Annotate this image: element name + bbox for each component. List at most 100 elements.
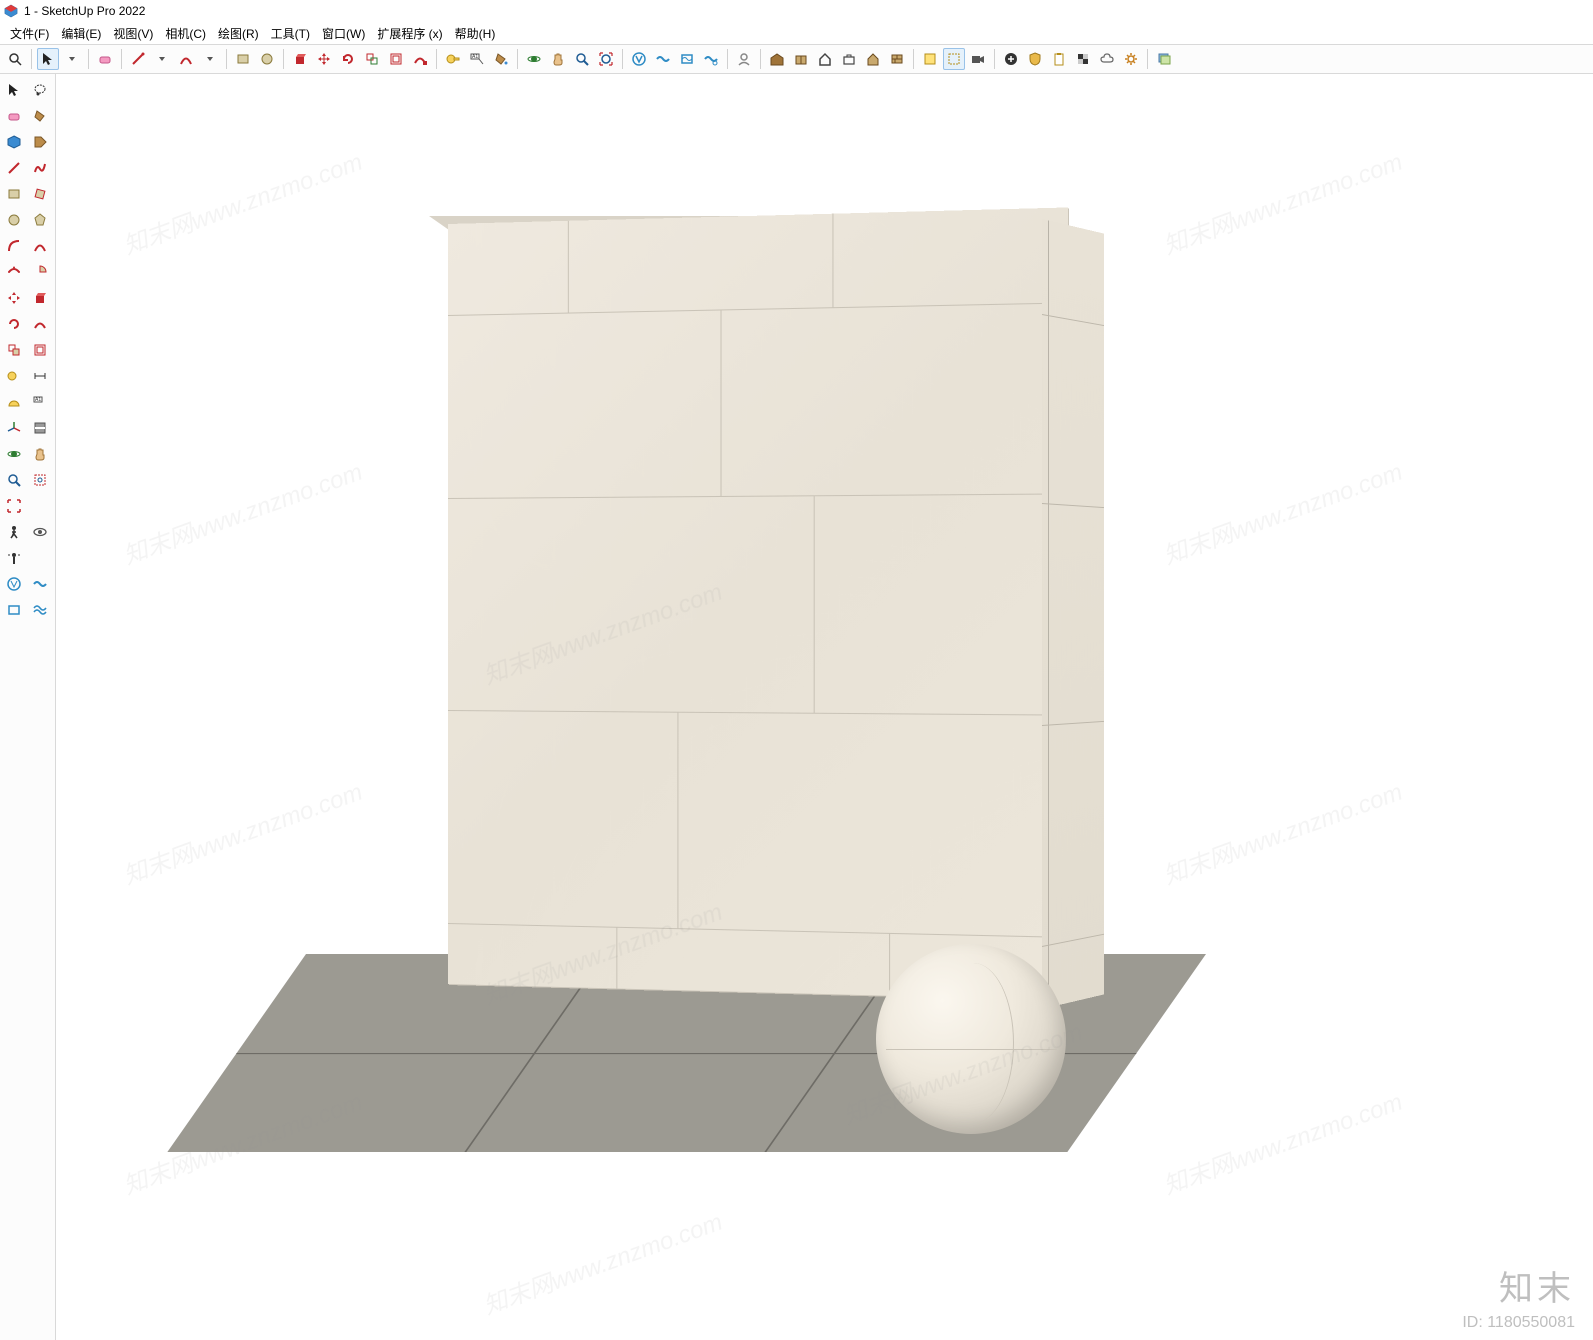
tape-icon[interactable]: [442, 48, 464, 70]
camera-icon[interactable]: [967, 48, 989, 70]
menu-tools[interactable]: 工具(T): [265, 23, 316, 44]
horizontal-toolbar: A1: [0, 44, 1593, 74]
walk-icon[interactable]: [2, 520, 26, 544]
paint-bucket-icon[interactable]: [28, 104, 52, 128]
select-dropdown-icon[interactable]: [61, 48, 83, 70]
zoom-extents-icon[interactable]: [595, 48, 617, 70]
vray-light-icon[interactable]: [28, 572, 52, 596]
eraser-icon[interactable]: [2, 104, 26, 128]
followme-red-icon[interactable]: [28, 312, 52, 336]
svg-text:A1: A1: [472, 54, 478, 60]
paint-bucket-icon[interactable]: [490, 48, 512, 70]
zoom-icon[interactable]: [2, 468, 26, 492]
position-icon[interactable]: [2, 546, 26, 570]
rectangle-icon[interactable]: [232, 48, 254, 70]
zoom-icon[interactable]: [571, 48, 593, 70]
pushpull-icon[interactable]: [289, 48, 311, 70]
zoom-window-icon[interactable]: [28, 468, 52, 492]
rotate-red-icon[interactable]: [2, 312, 26, 336]
menu-extensions[interactable]: 扩展程序 (x): [371, 23, 448, 44]
vray-frame-icon[interactable]: [676, 48, 698, 70]
material-preview-sphere: [876, 944, 1066, 1134]
freehand-red-icon[interactable]: [28, 156, 52, 180]
briefcase-icon[interactable]: [838, 48, 860, 70]
menu-help[interactable]: 帮助(H): [449, 23, 502, 44]
arc-red-icon[interactable]: [2, 234, 26, 258]
shield-icon[interactable]: [1024, 48, 1046, 70]
pan-green-icon[interactable]: [28, 442, 52, 466]
move-icon[interactable]: [313, 48, 335, 70]
checker-icon[interactable]: [1072, 48, 1094, 70]
line-icon[interactable]: [2, 156, 26, 180]
zoom-extents-red-icon[interactable]: [2, 494, 26, 518]
house-icon[interactable]: [862, 48, 884, 70]
polygon-icon[interactable]: [28, 208, 52, 232]
cube-blue-icon[interactable]: [2, 130, 26, 154]
vray-render-icon[interactable]: [652, 48, 674, 70]
lasso-icon[interactable]: [28, 78, 52, 102]
component-icon[interactable]: [919, 48, 941, 70]
rotate-icon[interactable]: [337, 48, 359, 70]
section-icon[interactable]: [28, 416, 52, 440]
box-icon[interactable]: [790, 48, 812, 70]
orbit-icon[interactable]: [523, 48, 545, 70]
gear-icon[interactable]: [1120, 48, 1142, 70]
arc2pt-icon[interactable]: [28, 234, 52, 258]
pan-icon[interactable]: [547, 48, 569, 70]
clipboard-icon[interactable]: [1048, 48, 1070, 70]
arc-icon[interactable]: [175, 48, 197, 70]
pie-icon[interactable]: [28, 260, 52, 284]
followme-icon[interactable]: [409, 48, 431, 70]
menu-window[interactable]: 窗口(W): [316, 23, 371, 44]
offset-red-icon[interactable]: [28, 338, 52, 362]
circle-icon[interactable]: [256, 48, 278, 70]
vray-settings-icon[interactable]: [700, 48, 722, 70]
user-icon[interactable]: [733, 48, 755, 70]
line-dropdown-icon[interactable]: [151, 48, 173, 70]
protractor-icon[interactable]: [2, 390, 26, 414]
look-icon[interactable]: [28, 520, 52, 544]
cloud-icon[interactable]: [1096, 48, 1118, 70]
pushpull-icon[interactable]: [28, 286, 52, 310]
vray-blue-icon[interactable]: [2, 598, 26, 622]
vray-icon[interactable]: [628, 48, 650, 70]
search-icon[interactable]: [4, 48, 26, 70]
tape-yellow-icon[interactable]: [2, 364, 26, 388]
menu-camera[interactable]: 相机(C): [159, 23, 212, 44]
text-label-icon[interactable]: A1: [466, 48, 488, 70]
menu-file[interactable]: 文件(F): [4, 23, 55, 44]
wall-icon[interactable]: [886, 48, 908, 70]
vray-asset-icon[interactable]: [2, 572, 26, 596]
warehouse-icon[interactable]: [766, 48, 788, 70]
menu-view[interactable]: 视图(V): [107, 23, 159, 44]
select-cursor-icon[interactable]: [2, 78, 26, 102]
dim-icon[interactable]: [28, 364, 52, 388]
axes-icon[interactable]: [2, 416, 26, 440]
watermark-id: ID: 1180550081: [1462, 1314, 1575, 1332]
home-icon[interactable]: [814, 48, 836, 70]
arc3pt-icon[interactable]: [2, 260, 26, 284]
viewport-3d[interactable]: 知末网www.znzmo.com 知末网www.znzmo.com 知末网www…: [56, 74, 1593, 1340]
select-cursor-icon[interactable]: [37, 48, 59, 70]
vray-wave-icon[interactable]: [28, 598, 52, 622]
menu-draw[interactable]: 绘图(R): [212, 23, 265, 44]
bbox-icon[interactable]: [943, 48, 965, 70]
add-circle-icon[interactable]: [1000, 48, 1022, 70]
sketchup-app-icon: [4, 4, 18, 18]
menu-edit[interactable]: 编辑(E): [55, 23, 107, 44]
move-red-icon[interactable]: [2, 286, 26, 310]
scale-red-icon[interactable]: [2, 338, 26, 362]
offset-icon[interactable]: [385, 48, 407, 70]
image-stack-icon[interactable]: [1153, 48, 1175, 70]
scale-icon[interactable]: [361, 48, 383, 70]
text-label-icon[interactable]: A1: [28, 390, 52, 414]
arc-dropdown-icon[interactable]: [199, 48, 221, 70]
tag-brown-icon[interactable]: [28, 130, 52, 154]
line-icon[interactable]: [127, 48, 149, 70]
titlebar: 1 - SketchUp Pro 2022: [0, 0, 1593, 22]
orbit-green-icon[interactable]: [2, 442, 26, 466]
rect-rot-icon[interactable]: [28, 182, 52, 206]
eraser-icon[interactable]: [94, 48, 116, 70]
rectangle-icon[interactable]: [2, 182, 26, 206]
circle-icon[interactable]: [2, 208, 26, 232]
